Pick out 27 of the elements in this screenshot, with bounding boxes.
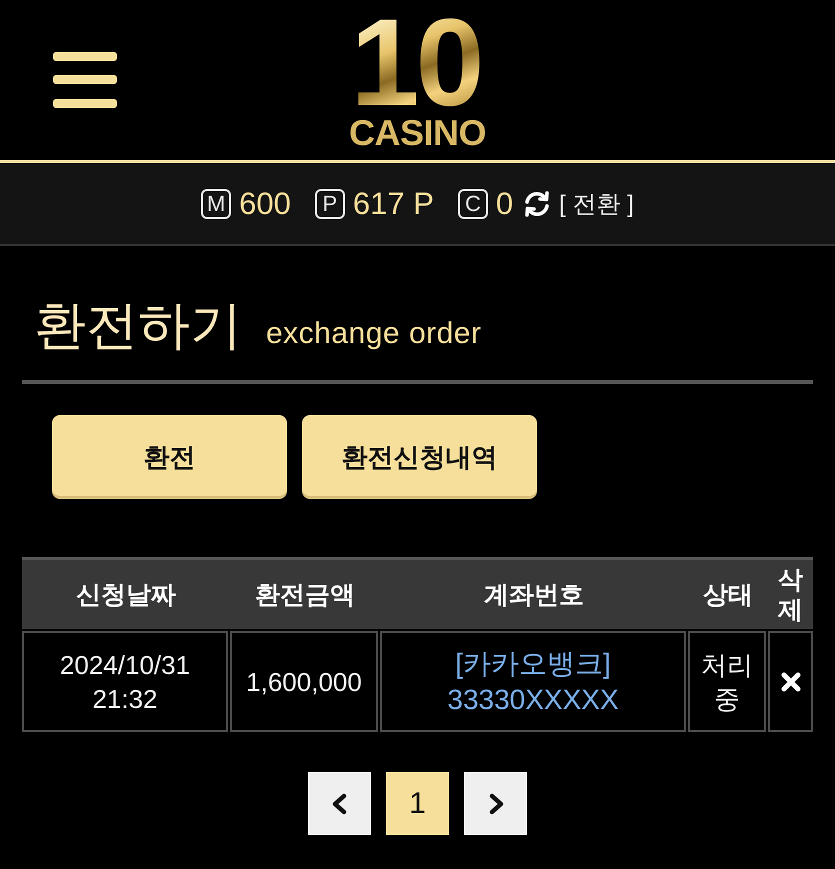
logo-wordmark: CASINO	[348, 116, 486, 150]
next-page-button[interactable]	[464, 772, 527, 835]
action-button[interactable]: 환전	[52, 415, 287, 499]
previous-page-button[interactable]	[308, 772, 371, 835]
menu-icon[interactable]	[53, 52, 117, 108]
table-cell: 처리중	[688, 631, 766, 732]
page-subtitle: exchange order	[266, 317, 482, 351]
refresh-icon[interactable]	[523, 190, 552, 216]
column-header: 계좌번호	[484, 580, 584, 610]
balance-value: 0	[496, 186, 514, 222]
column-header: 삭제	[776, 564, 804, 624]
close-icon[interactable]	[780, 672, 800, 692]
page-title: 환전하기	[34, 296, 242, 357]
convert-link[interactable]: [ 전환 ]	[559, 188, 634, 220]
column-header: 신청날짜	[76, 580, 176, 610]
page-button[interactable]: 1	[386, 772, 449, 835]
currency-mark: C	[458, 188, 488, 218]
table-cell: 2024/10/31 21:32	[22, 631, 228, 732]
currency-mark: P	[314, 188, 345, 218]
balance-value: 617 P	[352, 186, 434, 222]
column-header: 상태	[703, 580, 753, 610]
currency-mark: M	[201, 188, 232, 218]
balance-value: 600	[239, 186, 291, 222]
column-header: 환전금액	[255, 580, 355, 610]
action-button[interactable]: 환전신청내역	[302, 415, 537, 499]
account-number: [카카오뱅크] 33330XXXXX	[446, 646, 620, 716]
table-cell: 1,600,000	[230, 631, 378, 732]
